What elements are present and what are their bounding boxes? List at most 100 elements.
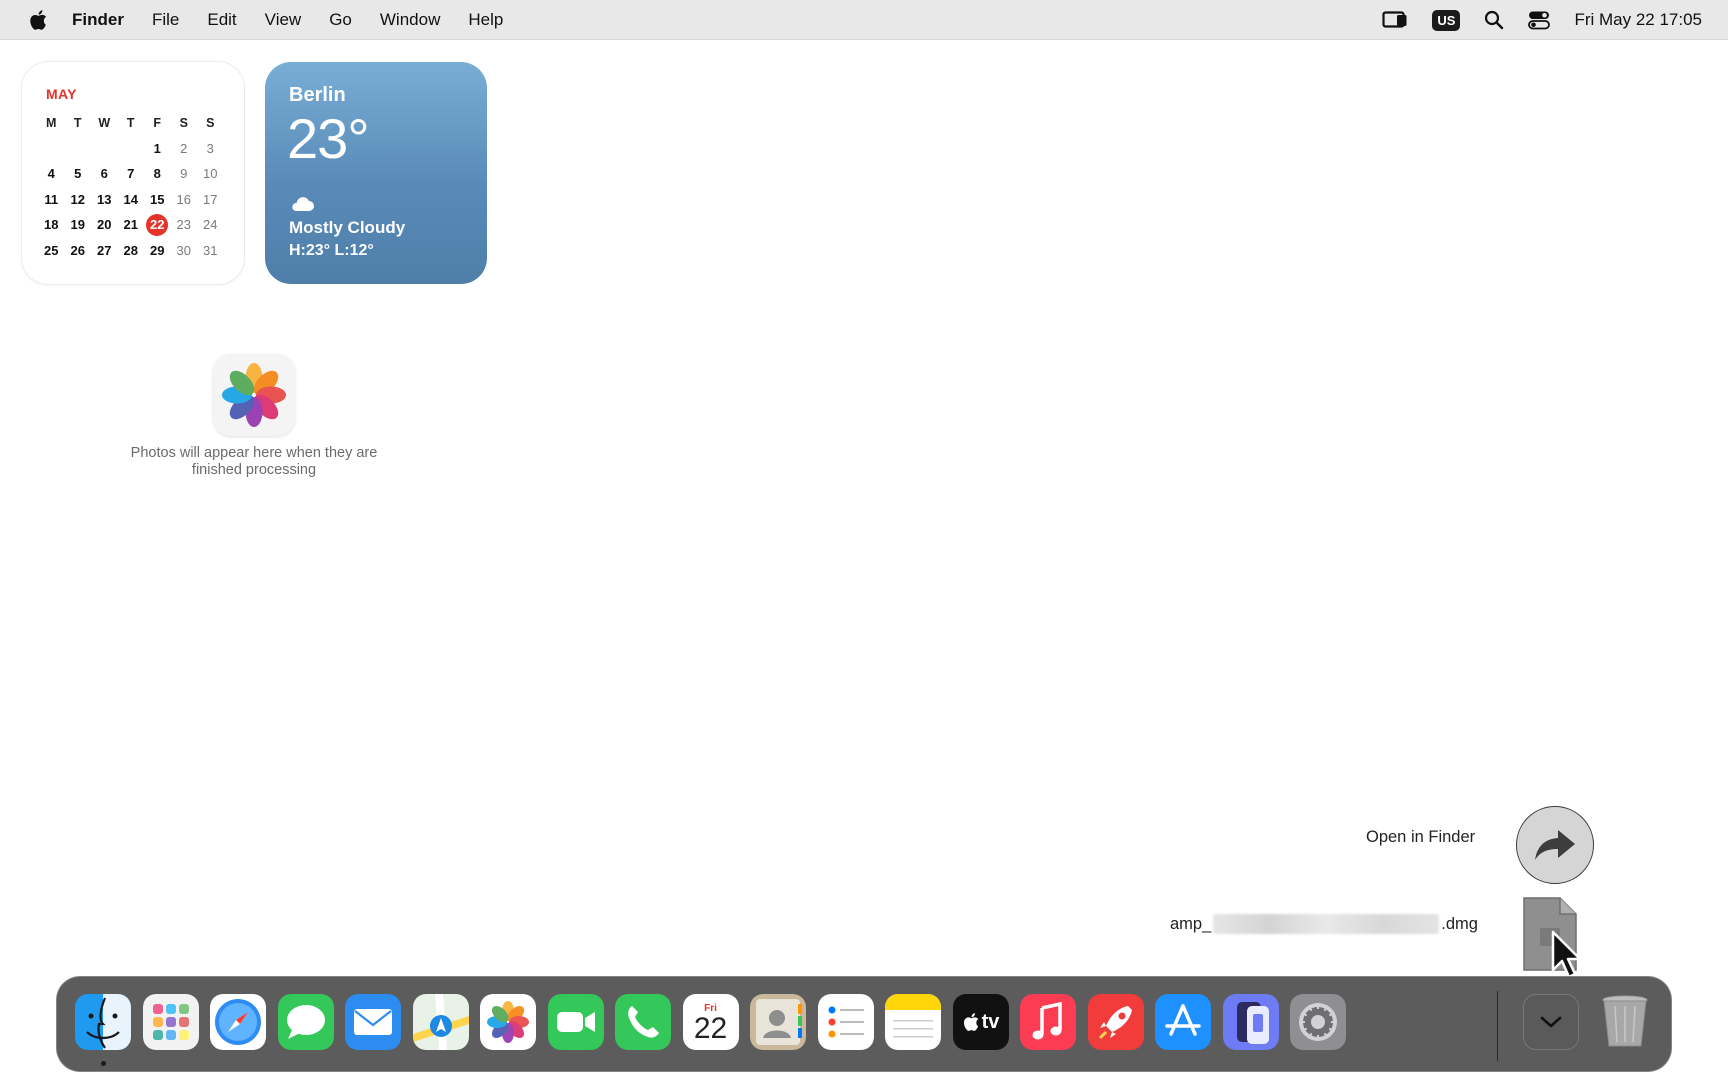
calendar-day: 7 xyxy=(127,166,135,182)
calendar-day: 5 xyxy=(74,166,82,182)
calendar-day: 12 xyxy=(70,191,85,207)
running-indicator xyxy=(101,1061,106,1066)
calendar-weekday-header: T xyxy=(73,115,82,130)
facetime-icon[interactable] xyxy=(547,994,604,1050)
calendar-day: 10 xyxy=(203,166,218,182)
calendar-day: 31 xyxy=(203,242,218,258)
calendar-day: 11 xyxy=(44,191,59,207)
calendar-day: 21 xyxy=(123,217,138,233)
calendar-icon[interactable]: Fri 22 xyxy=(682,994,739,1050)
calendar-weekday-header: M xyxy=(46,115,57,130)
cloud-icon xyxy=(289,196,315,217)
calendar-day xyxy=(38,136,65,162)
dock-separator xyxy=(1497,991,1498,1061)
mail-icon[interactable] xyxy=(345,994,401,1050)
system-settings-icon[interactable] xyxy=(1290,994,1346,1050)
calendar-day: 3 xyxy=(206,140,214,156)
calendar-day: 29 xyxy=(150,242,165,258)
calendar-day: 20 xyxy=(97,217,112,233)
launchpad-icon[interactable] xyxy=(142,994,199,1050)
menu-file[interactable]: File xyxy=(152,10,179,30)
safari-icon[interactable] xyxy=(210,994,266,1050)
downloads-stack-button[interactable] xyxy=(1523,994,1579,1050)
photos-widget-message: Photos will appear here when they are fi… xyxy=(130,445,378,478)
calendar-day: 17 xyxy=(203,191,218,207)
tv-icon[interactable]: tv xyxy=(952,994,1009,1050)
photos-icon[interactable] xyxy=(480,994,536,1050)
open-in-finder-label[interactable]: Open in Finder xyxy=(1366,828,1475,847)
open-in-finder-button[interactable] xyxy=(1516,806,1594,884)
menu-edit[interactable]: Edit xyxy=(207,10,236,30)
calendar-day: 1 xyxy=(153,140,161,156)
calendar-day: 26 xyxy=(70,242,85,258)
calendar-weekday-header: W xyxy=(98,115,111,130)
rocket-icon[interactable] xyxy=(1087,994,1144,1050)
apple-menu-icon[interactable] xyxy=(26,8,50,32)
finder-icon[interactable] xyxy=(75,994,131,1050)
calendar-day: 13 xyxy=(97,191,112,207)
contacts-icon[interactable] xyxy=(750,994,806,1050)
menu-clock[interactable]: Fri May 22 17:05 xyxy=(1574,10,1702,30)
notes-icon[interactable] xyxy=(885,994,941,1050)
weather-widget[interactable]: Berlin 23° Mostly Cloudy H:23° L:12° xyxy=(265,62,487,284)
app-store-icon[interactable] xyxy=(1155,994,1211,1050)
calendar-day: 2 xyxy=(180,140,188,156)
input-source-indicator[interactable]: US xyxy=(1432,9,1461,31)
calendar-day xyxy=(65,136,92,162)
tv-icon-label: tv xyxy=(981,1010,1000,1033)
calendar-day: 8 xyxy=(153,166,161,182)
calendar-day: 4 xyxy=(47,166,55,182)
chevron-down-icon xyxy=(1540,1016,1562,1028)
weather-high-low: H:23° L:12° xyxy=(289,242,374,259)
input-source-label: US xyxy=(1432,9,1461,31)
calendar-grid: M T W T F S S 1 2 3 4 5 6 7 8 9 10 11 12 13 14 15 16 17 18 19 20 21… xyxy=(38,110,224,263)
download-file-name[interactable]: amp_ .dmg xyxy=(1170,914,1478,934)
calendar-weekday-header: T xyxy=(126,115,135,130)
screen-mirroring-icon[interactable] xyxy=(1382,10,1408,30)
forward-arrow-icon xyxy=(1535,830,1575,860)
spotlight-search-icon[interactable] xyxy=(1484,10,1504,30)
weather-condition: Mostly Cloudy xyxy=(289,218,406,237)
weather-city: Berlin xyxy=(289,84,346,106)
weather-temperature: 23° xyxy=(287,107,370,170)
calendar-day: 16 xyxy=(176,191,191,207)
control-center-icon[interactable] xyxy=(1528,10,1551,30)
calendar-icon-date: 22 xyxy=(693,1011,728,1045)
photos-app-icon[interactable] xyxy=(213,354,295,436)
trash-icon[interactable] xyxy=(1597,994,1653,1050)
calendar-weekday-header: S xyxy=(206,115,215,130)
calendar-month-label: MAY xyxy=(46,86,77,102)
maps-icon[interactable] xyxy=(412,994,469,1050)
calendar-day: 28 xyxy=(123,242,138,258)
menu-help[interactable]: Help xyxy=(468,10,503,30)
phone-icon[interactable] xyxy=(615,994,671,1050)
calendar-day: 6 xyxy=(100,166,108,182)
calendar-day: 23 xyxy=(176,217,191,233)
reminders-icon[interactable] xyxy=(817,994,874,1050)
calendar-day: 9 xyxy=(180,166,188,182)
calendar-today-label: 22 xyxy=(146,213,169,236)
calendar-day: 25 xyxy=(44,242,59,258)
menu-view[interactable]: View xyxy=(265,10,302,30)
iphone-mirroring-icon[interactable] xyxy=(1222,994,1279,1050)
calendar-today: 22 xyxy=(144,212,171,238)
file-name-suffix: .dmg xyxy=(1441,914,1478,933)
calendar-day: 14 xyxy=(123,191,138,207)
calendar-day: 24 xyxy=(203,217,218,233)
menu-bar: Finder File Edit View Go Window Help US … xyxy=(0,0,1728,40)
calendar-day xyxy=(118,136,145,162)
calendar-day: 18 xyxy=(44,217,59,233)
calendar-widget[interactable]: MAY M T W T F S S 1 2 3 4 5 6 7 8 9 10 11 12 13 14 15 16 17 18 19… xyxy=(22,62,244,284)
calendar-day xyxy=(91,136,118,162)
redacted-file-name xyxy=(1213,914,1440,934)
calendar-day: 30 xyxy=(176,242,191,258)
calendar-weekday-header: S xyxy=(179,115,188,130)
calendar-day: 19 xyxy=(70,217,85,233)
music-icon[interactable] xyxy=(1020,994,1076,1050)
messages-icon[interactable] xyxy=(277,994,334,1050)
dock: Fri 22 tv xyxy=(56,976,1672,1072)
calendar-weekday-header: F xyxy=(153,115,162,130)
menu-window[interactable]: Window xyxy=(380,10,440,30)
menu-go[interactable]: Go xyxy=(329,10,352,30)
menu-app-name[interactable]: Finder xyxy=(72,10,124,30)
